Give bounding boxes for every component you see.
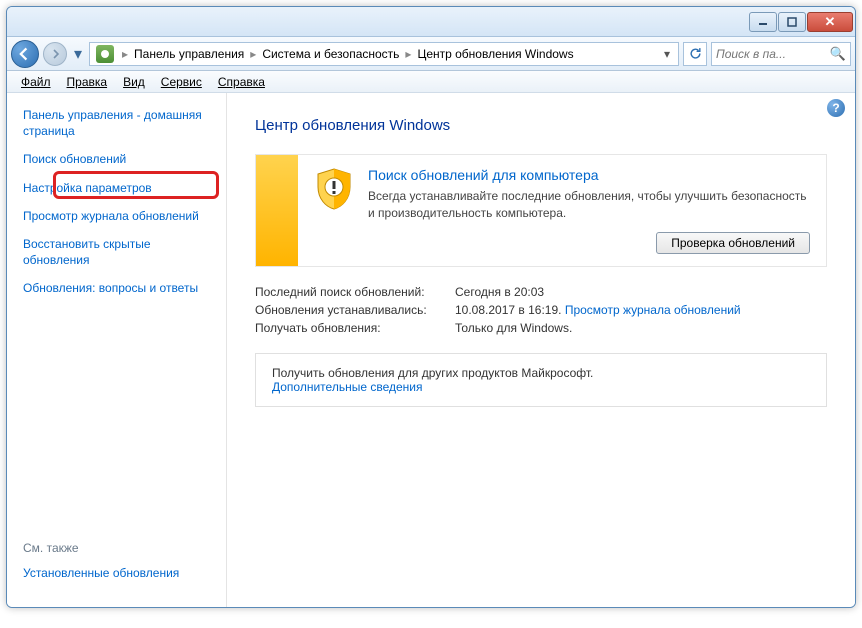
breadcrumb-system-security[interactable]: Система и безопасность	[260, 44, 401, 64]
menu-view[interactable]: Вид	[117, 73, 151, 91]
menu-help[interactable]: Справка	[212, 73, 271, 91]
update-status-panel: Поиск обновлений для компьютера Всегда у…	[255, 154, 827, 267]
status-color-bar	[256, 155, 298, 266]
chevron-right-icon: ▸	[250, 47, 256, 61]
window-controls: ✕	[749, 12, 853, 32]
breadcrumb-windows-update[interactable]: Центр обновления Windows	[415, 44, 575, 64]
shield-warning-icon	[314, 167, 354, 211]
nav-dropdown-icon[interactable]: ▾	[71, 42, 85, 66]
status-description: Всегда устанавливайте последние обновлен…	[368, 188, 810, 222]
help-icon[interactable]: ?	[827, 99, 845, 117]
sidebar-history[interactable]: Просмотр журнала обновлений	[23, 208, 210, 224]
info-row-installed: Обновления устанавливались: 10.08.2017 в…	[255, 303, 827, 317]
menu-file[interactable]: Файл	[15, 73, 57, 91]
check-updates-button[interactable]: Проверка обновлений	[656, 232, 810, 254]
status-heading: Поиск обновлений для компьютера	[368, 167, 810, 183]
search-icon[interactable]: 🔍	[830, 46, 846, 62]
sidebar: Панель управления - домашняя страница По…	[7, 93, 227, 607]
installed-value: 10.08.2017 в 16:19. Просмотр журнала обн…	[455, 303, 741, 317]
menu-tools[interactable]: Сервис	[155, 73, 208, 91]
menu-bar: Файл Правка Вид Сервис Справка	[7, 71, 855, 93]
close-button[interactable]: ✕	[807, 12, 853, 32]
sidebar-home[interactable]: Панель управления - домашняя страница	[23, 107, 210, 139]
other-products-panel: Получить обновления для других продуктов…	[255, 353, 827, 407]
chevron-right-icon: ▸	[122, 47, 128, 61]
update-info-table: Последний поиск обновлений: Сегодня в 20…	[255, 285, 827, 335]
other-products-text: Получить обновления для других продуктов…	[272, 366, 810, 380]
info-row-receive: Получать обновления: Только для Windows.	[255, 321, 827, 335]
sidebar-bottom: См. также Установленные обновления	[23, 541, 210, 593]
status-text: Поиск обновлений для компьютера Всегда у…	[368, 167, 810, 222]
breadcrumb: ▸ Панель управления ▸ Система и безопасн…	[89, 42, 679, 66]
sidebar-check-updates[interactable]: Поиск обновлений	[23, 151, 210, 167]
menu-edit[interactable]: Правка	[61, 73, 114, 91]
installed-label: Обновления устанавливались:	[255, 303, 455, 317]
history-link[interactable]: Просмотр журнала обновлений	[565, 303, 741, 317]
more-info-link[interactable]: Дополнительные сведения	[272, 380, 422, 394]
back-button[interactable]	[11, 40, 39, 68]
body: Панель управления - домашняя страница По…	[7, 93, 855, 607]
forward-button[interactable]	[43, 42, 67, 66]
maximize-button[interactable]	[778, 12, 806, 32]
receive-label: Получать обновления:	[255, 321, 455, 335]
titlebar: ✕	[7, 7, 855, 37]
page-title: Центр обновления Windows	[255, 117, 827, 134]
sidebar-installed-updates[interactable]: Установленные обновления	[23, 565, 210, 581]
sidebar-restore-hidden[interactable]: Восстановить скрытые обновления	[23, 236, 210, 268]
chevron-right-icon: ▸	[405, 47, 411, 61]
status-content: Поиск обновлений для компьютера Всегда у…	[298, 155, 826, 266]
search-box[interactable]: 🔍	[711, 42, 851, 66]
info-row-last-check: Последний поиск обновлений: Сегодня в 20…	[255, 285, 827, 299]
breadcrumb-dropdown-icon[interactable]: ▾	[658, 47, 676, 61]
receive-value: Только для Windows.	[455, 321, 572, 335]
navigation-bar: ▾ ▸ Панель управления ▸ Система и безопа…	[7, 37, 855, 71]
last-check-label: Последний поиск обновлений:	[255, 285, 455, 299]
see-also-label: См. также	[23, 541, 210, 555]
last-check-value: Сегодня в 20:03	[455, 285, 544, 299]
search-input[interactable]	[716, 47, 830, 61]
control-panel-icon	[96, 45, 114, 63]
refresh-button[interactable]	[683, 42, 707, 66]
windows-update-window: ✕ ▾ ▸ Панель управления ▸ Система и безо…	[6, 6, 856, 608]
sidebar-settings[interactable]: Настройка параметров	[23, 180, 210, 196]
minimize-button[interactable]	[749, 12, 777, 32]
sidebar-faq[interactable]: Обновления: вопросы и ответы	[23, 280, 210, 296]
breadcrumb-control-panel[interactable]: Панель управления	[132, 44, 246, 64]
main-content: ? Центр обновления Windows	[227, 93, 855, 607]
